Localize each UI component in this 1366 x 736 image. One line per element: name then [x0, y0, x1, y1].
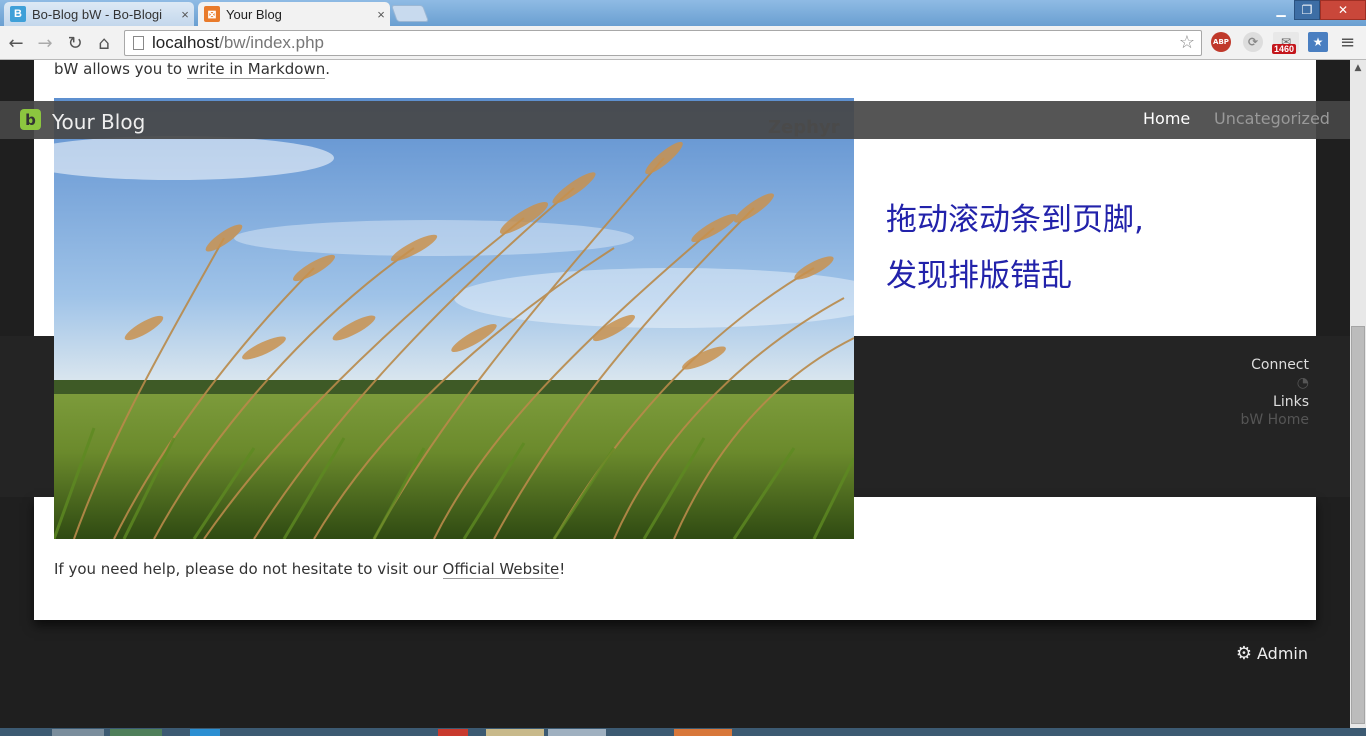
browser-chrome: B Bo-Blog bW - Bo-Blogi × ⊠ Your Blog × …	[0, 0, 1366, 60]
tab-title: Your Blog	[226, 6, 282, 22]
hero-image	[54, 98, 854, 539]
admin-link[interactable]: ⚙ Admin	[1236, 643, 1308, 664]
bw-home-link[interactable]: bW Home	[1240, 411, 1309, 429]
minimize-button[interactable]: ▁	[1268, 0, 1294, 20]
blog-logo-icon[interactable]: b	[20, 109, 41, 130]
admin-label: Admin	[1257, 644, 1308, 663]
taskbar-item[interactable]	[674, 729, 732, 736]
taskbar-item[interactable]	[486, 729, 544, 736]
address-bar[interactable]: localhost/bw/index.php ☆	[124, 30, 1202, 56]
tab-title: Bo-Blog bW - Bo-Blogi	[32, 6, 163, 22]
url-path: /bw/index.php	[219, 33, 325, 52]
nav-home[interactable]: Home	[1143, 109, 1190, 128]
maximize-button[interactable]: ❐	[1294, 0, 1320, 20]
nav-uncategorized[interactable]: Uncategorized	[1214, 109, 1330, 128]
page-viewport: bW allows you to write in Markdown. 拖动滚动…	[0, 60, 1350, 728]
intro-suffix: .	[325, 60, 331, 78]
taskbar-item[interactable]	[190, 729, 220, 736]
taskbar-item[interactable]	[110, 729, 162, 736]
window-controls: ▁ ❐ ✕	[1268, 0, 1366, 20]
grass-field-image	[54, 98, 854, 539]
intro-prefix: bW allows you to	[54, 60, 187, 78]
intro-text: bW allows you to write in Markdown.	[54, 60, 331, 79]
official-website-link[interactable]: Official Website	[442, 560, 560, 579]
adblock-icon[interactable]: ABP	[1211, 32, 1231, 52]
rss-icon[interactable]: ◔	[1240, 374, 1309, 393]
help-text: If you need help, please do not hesitate…	[54, 560, 566, 579]
url-host: localhost	[152, 33, 220, 52]
page-icon	[133, 36, 144, 50]
xampp-icon: ⊠	[204, 6, 220, 22]
new-tab-button[interactable]	[390, 5, 430, 22]
gear-icon: ⚙	[1235, 643, 1252, 664]
connect-heading: Connect	[1251, 357, 1309, 373]
bookmark-star-icon[interactable]: ☆	[1179, 32, 1195, 53]
back-arrow-icon[interactable]: ←	[4, 31, 28, 55]
annotation-line-1: 拖动滚动条到页脚,	[886, 202, 1144, 238]
menu-icon[interactable]: ≡	[1340, 32, 1355, 53]
hero-overlay-text: Zephyr	[768, 117, 840, 138]
markdown-link[interactable]: write in Markdown	[186, 60, 326, 79]
scroll-up-arrow-icon[interactable]: ▲	[1350, 60, 1366, 76]
vertical-scrollbar[interactable]: ▲	[1350, 60, 1366, 728]
blog-header: b Your Blog Zephyr Home Uncategorized	[0, 101, 1350, 139]
close-icon[interactable]: ×	[372, 7, 390, 22]
b-logo-icon: B	[10, 6, 26, 22]
bookmark-manager-icon[interactable]: ★	[1308, 32, 1328, 52]
help-suffix: !	[559, 560, 566, 578]
mail-count-badge: 1460	[1272, 44, 1297, 54]
scroll-thumb[interactable]	[1351, 326, 1365, 724]
taskbar-item[interactable]	[438, 729, 468, 736]
reload-icon[interactable]: ↻	[63, 31, 87, 55]
forward-arrow-icon[interactable]: →	[33, 31, 57, 55]
tab-strip: B Bo-Blog bW - Bo-Blogi × ⊠ Your Blog × …	[0, 0, 1366, 26]
home-icon[interactable]: ⌂	[92, 31, 116, 55]
help-prefix: If you need help, please do not hesitate…	[54, 560, 443, 578]
close-window-button[interactable]: ✕	[1320, 0, 1366, 20]
os-taskbar	[0, 728, 1366, 736]
blog-title[interactable]: Your Blog	[52, 110, 145, 134]
taskbar-item[interactable]	[52, 729, 104, 736]
browser-toolbar: ← → ↻ ⌂ localhost/bw/index.php ☆ ABP ⟳ ✉…	[0, 26, 1366, 60]
taskbar-item[interactable]	[548, 729, 606, 736]
links-heading: Links	[1273, 394, 1309, 410]
sync-icon[interactable]: ⟳	[1243, 32, 1263, 52]
tab-your-blog[interactable]: ⊠ Your Blog ×	[198, 2, 390, 26]
footer-links-column: Connect ◔ Links bW Home	[1240, 356, 1309, 429]
annotation-note: 拖动滚动条到页脚, 发现排版错乱	[886, 192, 1144, 304]
annotation-line-2: 发现排版错乱	[886, 258, 1072, 294]
close-icon[interactable]: ×	[176, 7, 194, 22]
tab-bo-blog[interactable]: B Bo-Blog bW - Bo-Blogi ×	[4, 2, 194, 26]
